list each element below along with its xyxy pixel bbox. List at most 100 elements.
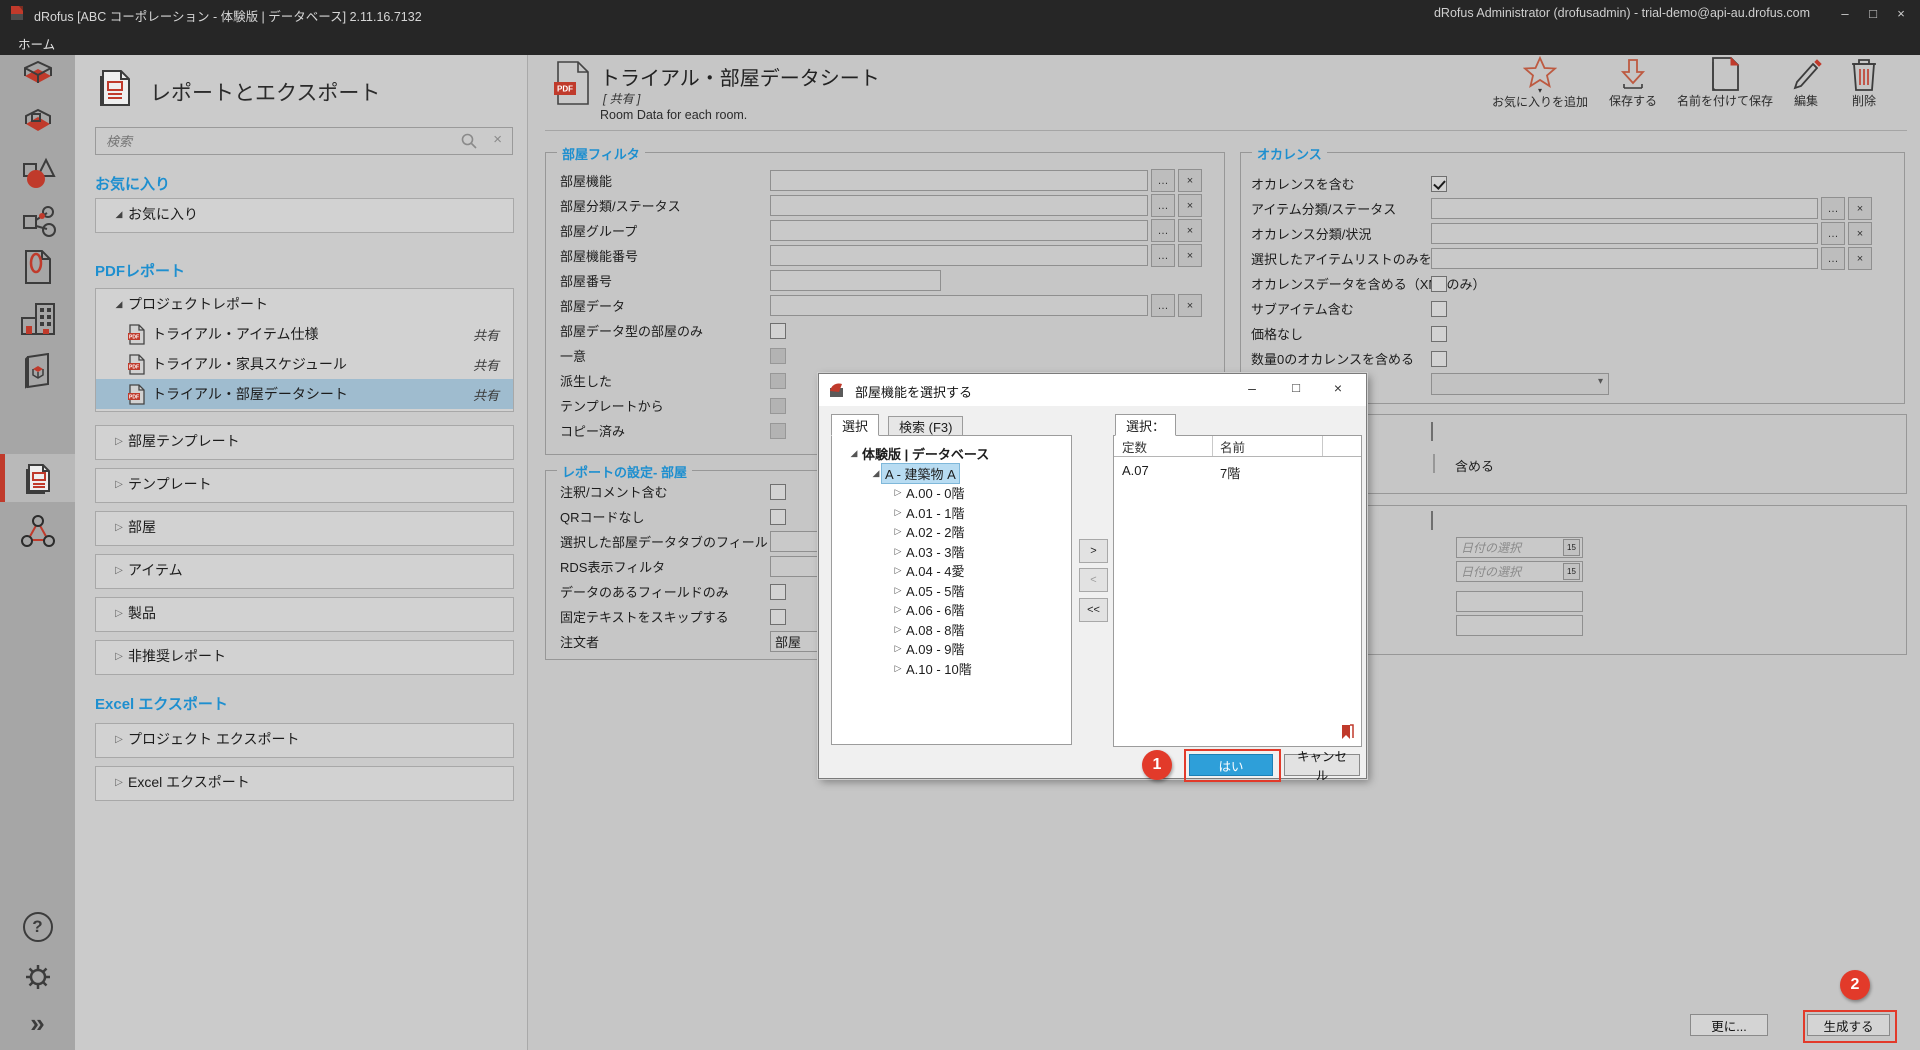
room-function-no-input[interactable] [770,245,1148,266]
room-group-input[interactable] [770,220,1148,241]
clear-icon[interactable]: × [1178,244,1202,267]
edit-button[interactable]: 編集 [1780,56,1832,109]
date-option-checkbox[interactable] [1431,511,1433,530]
dialog-minimize-button[interactable]: – [1237,380,1267,396]
window-restore-button[interactable]: □ [1860,6,1886,21]
report-item-room-datasheet-selected[interactable]: PDF トライアル・部屋データシート 共有 [96,379,513,409]
no-qr-checkbox[interactable] [770,509,786,525]
sidebar-catalog-icon[interactable] [0,347,75,395]
orderer-value[interactable]: 部屋 [771,632,801,651]
fields-with-data-checkbox[interactable] [770,584,786,600]
item-status-input[interactable] [1431,198,1818,219]
clear-icon[interactable]: × [1848,247,1872,270]
tree-floor-a08[interactable]: ▷ A.08 - 8階 [832,620,1071,640]
include-occurrences-checkbox[interactable] [1431,176,1447,192]
sidebar-rooms-icon[interactable] [0,55,75,103]
sidebar-products-icon[interactable] [0,198,75,246]
skip-fixed-text-checkbox[interactable] [770,609,786,625]
group-rooms[interactable]: ▷ 部屋 [95,511,514,546]
ellipsis-icon[interactable]: … [1151,194,1175,217]
occurrence-data-xml-checkbox[interactable] [1431,276,1447,292]
tree-floor-a06[interactable]: ▷ A.06 - 6階 [832,600,1071,620]
calendar-icon[interactable]: 15 [1563,539,1580,556]
sidebar-buildings-icon[interactable] [0,295,75,343]
group-items[interactable]: ▷ アイテム [95,554,514,589]
ellipsis-icon[interactable]: … [1151,169,1175,192]
tree-floor-a03[interactable]: ▷ A.03 - 3階 [832,542,1071,562]
extra-input-1[interactable] [1456,591,1583,612]
group-templates[interactable]: ▷ テンプレート [95,468,514,503]
tab-select[interactable]: 選択 [831,414,879,436]
room-function-input[interactable] [770,170,1148,191]
search-icon[interactable] [460,132,478,150]
occurrence-dropdown[interactable]: ▾ [1431,373,1609,395]
settings-gear-icon[interactable] [0,953,75,1001]
project-reports-toggle[interactable]: ◢ プロジェクトレポート [96,289,513,319]
sidebar-reports-icon[interactable] [0,454,75,502]
favorites-group[interactable]: ◢ お気に入り [95,198,514,233]
delete-button[interactable]: 削除 [1836,56,1892,109]
search-input[interactable] [104,130,458,152]
transfer-add-button[interactable]: > [1079,539,1108,563]
tree-floor-a05[interactable]: ▷ A.05 - 5階 [832,581,1071,601]
dialog-maximize-button[interactable]: □ [1281,380,1311,395]
room-status-input[interactable] [770,195,1148,216]
tree-floor-a02[interactable]: ▷ A.02 - 2階 [832,522,1071,542]
dialog-close-button[interactable]: × [1323,380,1353,396]
selected-row-name[interactable]: 7階 [1220,463,1240,482]
sidebar-attachments-icon[interactable] [0,243,75,291]
cancel-button[interactable]: キャンセル [1284,754,1360,776]
window-close-button[interactable]: × [1888,6,1914,21]
menu-home[interactable]: ホーム [18,34,55,53]
ellipsis-icon[interactable]: … [1151,294,1175,317]
tree-floor-a00[interactable]: ▷ A.00 - 0階 [832,483,1071,503]
group-room-templates[interactable]: ▷ 部屋テンプレート [95,425,514,460]
date-to-input[interactable]: 日付の選択 15 [1456,561,1583,582]
help-icon[interactable]: ? [0,903,75,951]
tree-building-a[interactable]: ◢ A - 建築物 A [832,464,1071,484]
include-comments-checkbox[interactable] [770,484,786,500]
no-price-checkbox[interactable] [1431,326,1447,342]
item-list-only-input[interactable] [1431,248,1818,269]
clear-icon[interactable]: × [1178,194,1202,217]
tree-floor-a10[interactable]: ▷ A.10 - 10階 [832,659,1071,679]
clear-icon[interactable]: × [1178,219,1202,242]
zero-qty-checkbox[interactable] [1431,351,1447,367]
tree-floor-a09[interactable]: ▷ A.09 - 9階 [832,639,1071,659]
column-name[interactable]: 名前 [1220,436,1310,456]
save-as-button[interactable]: 名前を付けて保存 [1672,56,1778,109]
transfer-remove-all-button[interactable]: << [1079,598,1108,622]
tree-floor-a01[interactable]: ▷ A.01 - 1階 [832,503,1071,523]
column-constant[interactable]: 定数 [1122,436,1212,456]
extra-input-2[interactable] [1456,615,1583,636]
room-number-input[interactable] [770,270,941,291]
add-favorite-button[interactable]: ▾ お気に入りを追加 [1488,56,1592,110]
tab-search[interactable]: 検索 (F3) [888,416,963,436]
ellipsis-icon[interactable]: … [1151,219,1175,242]
window-minimize-button[interactable]: – [1832,6,1858,21]
ellipsis-icon[interactable]: … [1821,197,1845,220]
tree-floor-a04[interactable]: ▷ A.04 - 4愛 [832,561,1071,581]
tree-root[interactable]: ◢ 体験版 | データベース [832,444,1071,464]
clear-icon[interactable]: × [1848,197,1872,220]
sidebar-room-function-icon[interactable] [0,102,75,150]
dialog-titlebar[interactable]: 部屋機能を選択する – □ × [819,374,1366,406]
report-item-item-spec[interactable]: PDF トライアル・アイテム仕様 共有 [96,319,513,349]
include-subitems-checkbox[interactable] [1431,301,1447,317]
ellipsis-icon[interactable]: … [1821,247,1845,270]
sidebar-links-icon[interactable] [0,507,75,555]
group-project-export[interactable]: ▷ プロジェクト エクスポート [95,723,514,758]
occurrence-status-input[interactable] [1431,223,1818,244]
clear-icon[interactable]: × [1178,169,1202,192]
ellipsis-icon[interactable]: … [1151,244,1175,267]
hidden-option-checkbox[interactable] [1431,422,1433,441]
clear-icon[interactable]: × [1848,222,1872,245]
calendar-icon[interactable]: 15 [1563,563,1580,580]
selected-row-constant[interactable]: A.07 [1122,463,1149,478]
report-item-furniture-schedule[interactable]: PDF トライアル・家具スケジュール 共有 [96,349,513,379]
bookmark-icon[interactable] [1340,724,1354,740]
more-button[interactable]: 更に... [1690,1014,1768,1036]
group-deprecated-reports[interactable]: ▷ 非推奨レポート [95,640,514,675]
room-data-type-checkbox[interactable] [770,323,786,339]
room-data-input[interactable] [770,295,1148,316]
